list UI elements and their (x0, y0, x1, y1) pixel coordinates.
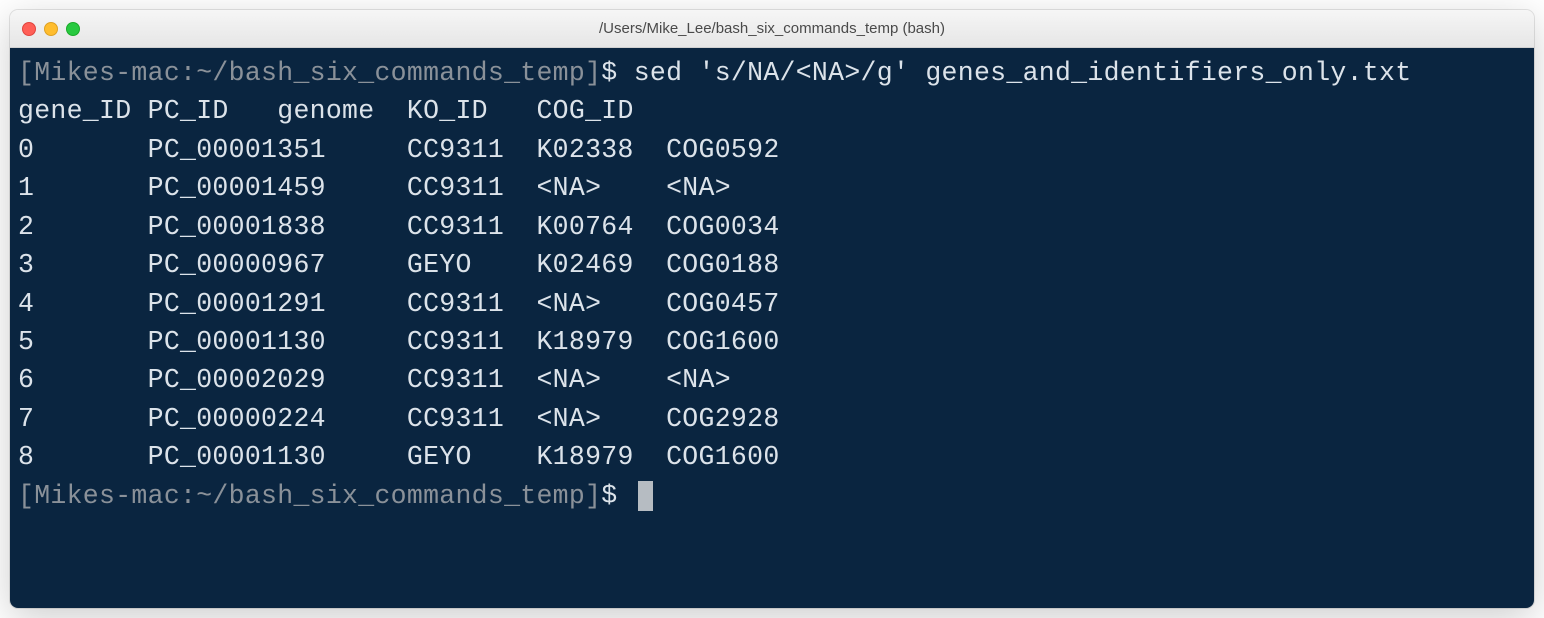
output-row: 5 PC_00001130 CC9311 K18979 COG1600 (18, 323, 1526, 361)
output-row: 0 PC_00001351 CC9311 K02338 COG0592 (18, 131, 1526, 169)
prompt-symbol: $ (601, 481, 617, 511)
traffic-lights (22, 22, 80, 36)
output-row: 7 PC_00000224 CC9311 <NA> COG2928 (18, 400, 1526, 438)
cursor (638, 481, 653, 511)
terminal-window: /Users/Mike_Lee/bash_six_commands_temp (… (10, 10, 1534, 608)
output-row: 6 PC_00002029 CC9311 <NA> <NA> (18, 361, 1526, 399)
title-bar: /Users/Mike_Lee/bash_six_commands_temp (… (10, 10, 1534, 48)
terminal-body[interactable]: [Mikes-mac:~/bash_six_commands_temp]$ se… (10, 48, 1534, 608)
minimize-icon[interactable] (44, 22, 58, 36)
prompt-symbol: $ (601, 58, 617, 88)
command-line: [Mikes-mac:~/bash_six_commands_temp]$ se… (18, 54, 1526, 92)
maximize-icon[interactable] (66, 22, 80, 36)
command-text: sed 's/NA/<NA>/g' genes_and_identifiers_… (634, 58, 1412, 88)
output-row: 1 PC_00001459 CC9311 <NA> <NA> (18, 169, 1526, 207)
output-row: 3 PC_00000967 GEYO K02469 COG0188 (18, 246, 1526, 284)
prompt-line: [Mikes-mac:~/bash_six_commands_temp]$ (18, 477, 1526, 515)
prompt-host: [Mikes-mac:~/bash_six_commands_temp] (18, 481, 601, 511)
close-icon[interactable] (22, 22, 36, 36)
window-title: /Users/Mike_Lee/bash_six_commands_temp (… (22, 20, 1522, 37)
output-row: 2 PC_00001838 CC9311 K00764 COG0034 (18, 208, 1526, 246)
output-row: 4 PC_00001291 CC9311 <NA> COG0457 (18, 285, 1526, 323)
prompt-host: [Mikes-mac:~/bash_six_commands_temp] (18, 58, 601, 88)
output-header: gene_ID PC_ID genome KO_ID COG_ID (18, 92, 1526, 130)
output-row: 8 PC_00001130 GEYO K18979 COG1600 (18, 438, 1526, 476)
